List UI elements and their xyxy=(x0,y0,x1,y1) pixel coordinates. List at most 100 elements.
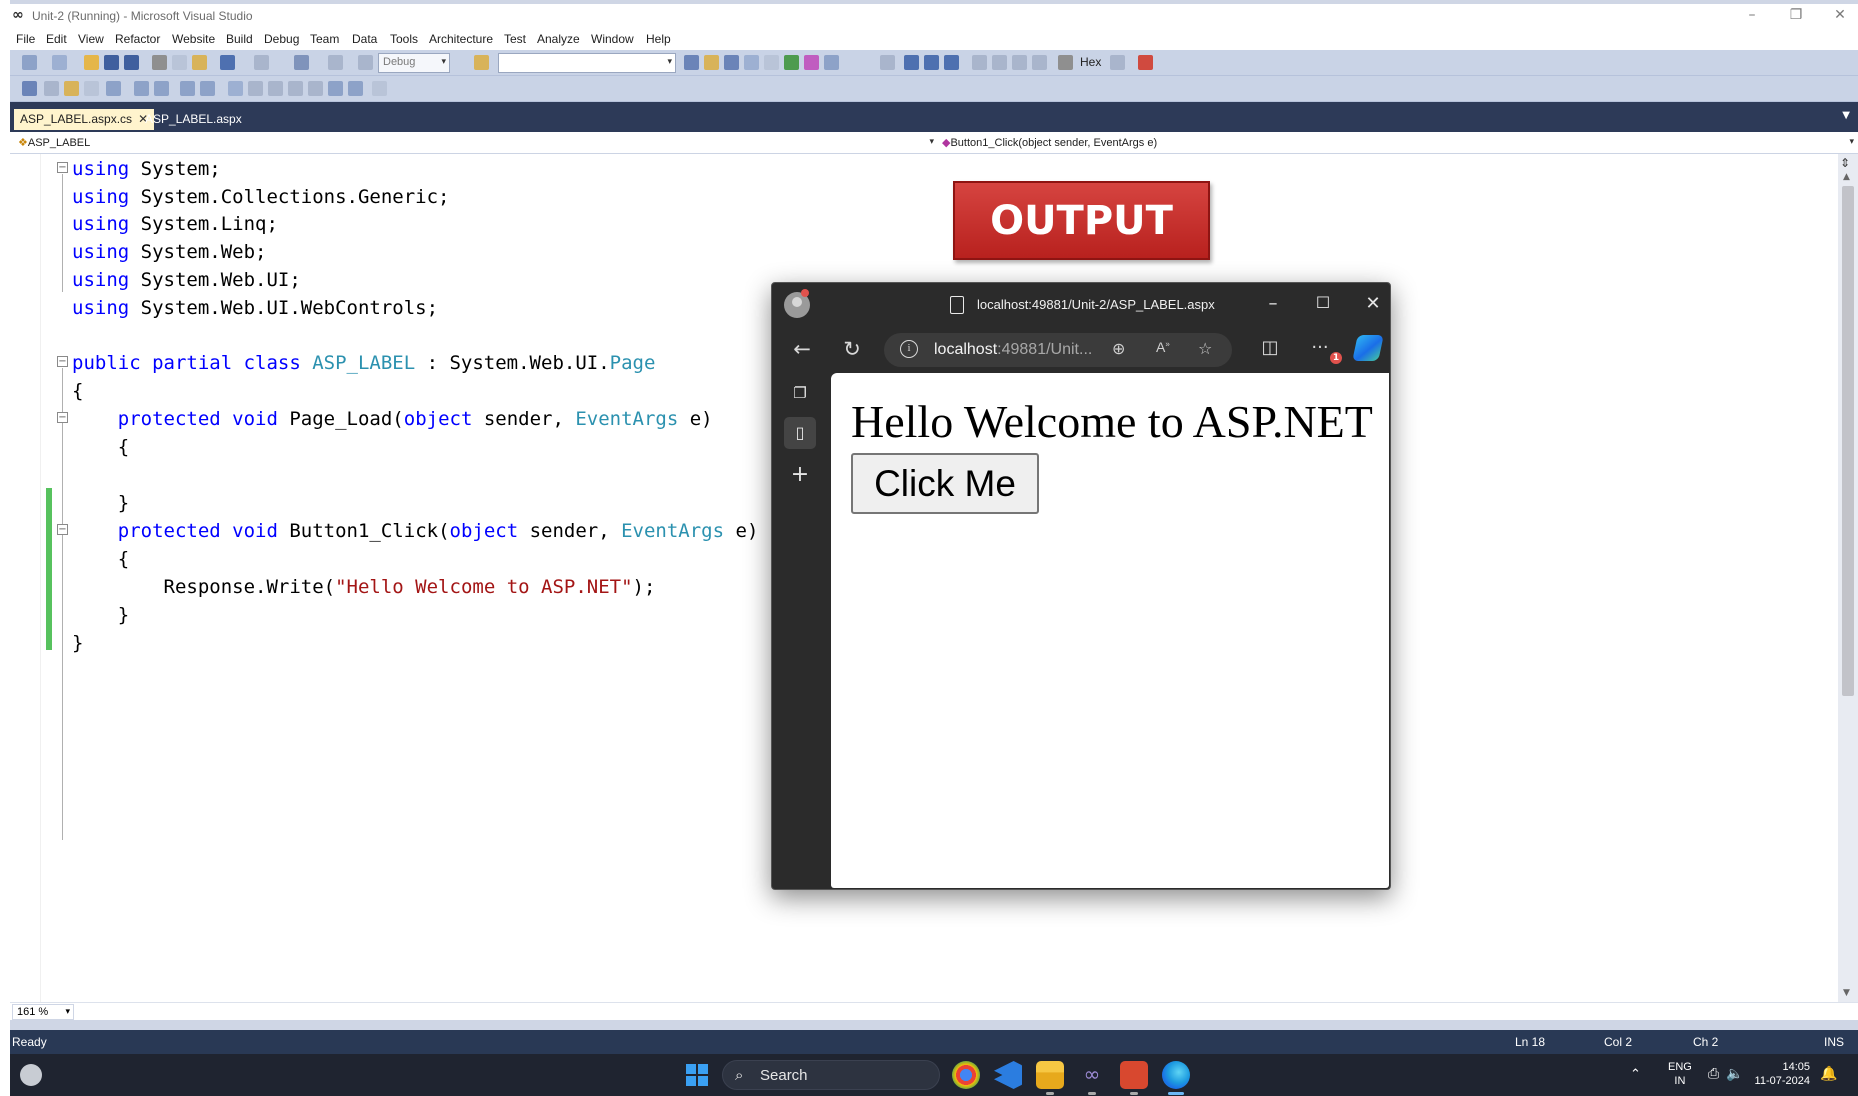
browser-maximize-button[interactable]: ☐ xyxy=(1308,293,1338,312)
start-debugging-icon[interactable] xyxy=(358,55,373,70)
increase-indent-icon[interactable] xyxy=(134,81,149,96)
visual-studio-taskbar-icon[interactable]: ∞ xyxy=(1078,1061,1106,1089)
refresh-icon[interactable]: ↻ xyxy=(838,337,866,361)
favorite-star-icon[interactable]: ☆ xyxy=(1198,339,1212,358)
active-tab-page-icon[interactable]: ▯ xyxy=(784,417,816,449)
new-tab-plus-icon[interactable]: + xyxy=(784,459,816,491)
file-explorer-icon[interactable] xyxy=(1036,1061,1064,1089)
menu-build[interactable]: Build xyxy=(226,32,253,46)
restart-icon[interactable] xyxy=(944,55,959,70)
collapse-icon[interactable]: − xyxy=(57,524,68,535)
properties-icon[interactable] xyxy=(704,55,719,70)
menu-analyze[interactable]: Analyze xyxy=(537,32,580,46)
open-file-icon[interactable] xyxy=(84,55,99,70)
menu-team[interactable]: Team xyxy=(310,32,339,46)
menu-debug[interactable]: Debug xyxy=(264,32,299,46)
start-page-icon[interactable] xyxy=(764,55,779,70)
redo-icon[interactable] xyxy=(254,55,269,70)
uncomment-icon[interactable] xyxy=(200,81,215,96)
comment-out-icon[interactable] xyxy=(180,81,195,96)
previous-bookmark-icon[interactable] xyxy=(248,81,263,96)
clock[interactable]: 14:05 11-07-2024 xyxy=(1752,1060,1810,1088)
clear-bookmarks-icon[interactable] xyxy=(328,81,343,96)
weather-widget-icon[interactable] xyxy=(20,1064,42,1086)
undo-icon[interactable] xyxy=(220,55,235,70)
scroll-down-icon[interactable]: ▼ xyxy=(1843,988,1850,998)
find-in-files-icon[interactable] xyxy=(474,55,489,70)
restore-button[interactable]: ❐ xyxy=(1781,7,1811,23)
menu-file[interactable]: File xyxy=(16,32,35,46)
pdf-app-icon[interactable] xyxy=(1120,1061,1148,1089)
network-icon[interactable]: ⎙ xyxy=(1708,1065,1719,1082)
chevron-down-icon[interactable]: ▼ xyxy=(1842,110,1850,121)
tab-actions-icon[interactable]: ❐ xyxy=(784,377,816,409)
step-into-icon[interactable] xyxy=(992,55,1007,70)
toolbox-icon[interactable] xyxy=(744,55,759,70)
outdent-icon[interactable] xyxy=(154,81,169,96)
address-bar[interactable]: i localhost:49881/Unit... ⊕ A» ☆ xyxy=(884,333,1232,367)
copy-icon[interactable] xyxy=(172,55,187,70)
save-icon[interactable] xyxy=(104,55,119,70)
command-window-icon[interactable] xyxy=(824,55,839,70)
menu-refactor[interactable]: Refactor xyxy=(115,32,160,46)
quick-info-icon[interactable] xyxy=(64,81,79,96)
quick-watch-icon[interactable] xyxy=(1058,55,1073,70)
close-button[interactable]: ✕ xyxy=(1825,7,1855,23)
chevron-up-icon[interactable]: ⌃ xyxy=(1630,1066,1641,1082)
find-combo[interactable]: ▾ xyxy=(498,53,676,73)
menu-test[interactable]: Test xyxy=(504,32,526,46)
split-screen-icon[interactable]: ◫ xyxy=(1256,337,1284,358)
menu-architecture[interactable]: Architecture xyxy=(429,32,493,46)
splitter-icon[interactable]: ⇕ xyxy=(1840,156,1850,170)
previous-bookmark-folder-icon[interactable] xyxy=(288,81,303,96)
menu-edit[interactable]: Edit xyxy=(46,32,67,46)
decrease-indent-icon[interactable] xyxy=(106,81,121,96)
volume-icon[interactable]: 🔈 xyxy=(1726,1065,1743,1082)
tab-asp-label-aspx[interactable]: ASP_LABEL.aspx xyxy=(139,109,248,130)
zoom-icon[interactable]: ⊕ xyxy=(1112,339,1125,358)
chrome-icon[interactable] xyxy=(952,1061,980,1089)
word-completion-icon[interactable] xyxy=(84,81,99,96)
collapse-icon[interactable]: − xyxy=(57,356,68,367)
notification-bell-icon[interactable]: 🔔 xyxy=(1820,1065,1837,1082)
toggle-bookmark-icon[interactable] xyxy=(228,81,243,96)
menu-view[interactable]: View xyxy=(78,32,104,46)
step-over-icon[interactable] xyxy=(1012,55,1027,70)
scroll-thumb[interactable] xyxy=(1842,186,1854,696)
object-browser-icon[interactable] xyxy=(724,55,739,70)
output-window-icon[interactable] xyxy=(1138,55,1153,70)
back-arrow-icon[interactable]: ← xyxy=(788,337,816,361)
breakpoints-icon[interactable] xyxy=(1110,55,1125,70)
scroll-up-icon[interactable]: ▲ xyxy=(1843,172,1850,182)
paste-icon[interactable] xyxy=(192,55,207,70)
stop-debugging-icon[interactable] xyxy=(924,55,939,70)
show-next-statement-icon[interactable] xyxy=(972,55,987,70)
add-item-icon[interactable] xyxy=(52,55,67,70)
start-windows-icon[interactable] xyxy=(686,1064,708,1086)
click-me-button[interactable]: Click Me xyxy=(851,453,1039,514)
tab-asp-label-aspx-cs[interactable]: ASP_LABEL.aspx.cs ✕ xyxy=(14,109,155,130)
continue-icon[interactable] xyxy=(880,55,895,70)
menu-tools[interactable]: Tools xyxy=(390,32,418,46)
menu-website[interactable]: Website xyxy=(172,32,215,46)
next-bookmark-icon[interactable] xyxy=(268,81,283,96)
read-aloud-icon[interactable]: A» xyxy=(1156,339,1170,355)
zoom-select[interactable]: 161 % ▾ xyxy=(12,1004,74,1020)
browser-close-button[interactable]: ✕ xyxy=(1358,293,1388,314)
hex-display-toggle[interactable]: Hex xyxy=(1080,55,1101,69)
navigate-backward-icon[interactable] xyxy=(294,55,309,70)
menu-data[interactable]: Data xyxy=(352,32,377,46)
minimize-button[interactable]: – xyxy=(1737,7,1767,23)
solution-configuration-select[interactable]: Debug ▾ xyxy=(378,53,450,73)
next-bookmark-folder-icon[interactable] xyxy=(308,81,323,96)
vscode-icon[interactable] xyxy=(994,1061,1022,1089)
server-explorer-icon[interactable] xyxy=(804,55,819,70)
vertical-scrollbar[interactable]: ⇕ ▲ ▼ xyxy=(1838,154,1858,1002)
navigate-forward-icon[interactable] xyxy=(328,55,343,70)
browser-minimize-button[interactable]: – xyxy=(1258,293,1288,314)
find-next-bookmark-icon[interactable] xyxy=(348,81,363,96)
member-combo[interactable]: ◆Button1_Click(object sender, EventArgs … xyxy=(938,134,1856,152)
language-indicator[interactable]: ENG IN xyxy=(1668,1060,1692,1088)
copilot-icon[interactable] xyxy=(1352,335,1384,361)
break-all-icon[interactable] xyxy=(904,55,919,70)
